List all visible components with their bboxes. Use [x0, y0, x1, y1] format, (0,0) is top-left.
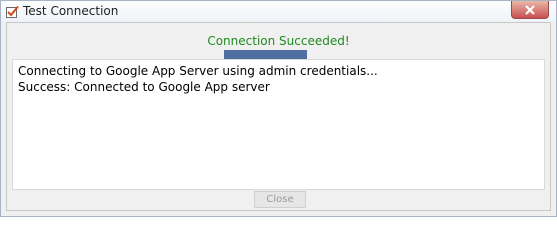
test-connection-window: Test Connection Connection Succeeded! Co… [0, 0, 557, 217]
title-bar[interactable]: Test Connection [1, 1, 556, 22]
checklist-icon [5, 4, 19, 18]
dialog-content: Connection Succeeded! Connecting to Goog… [6, 22, 551, 211]
window-close-button[interactable] [511, 1, 549, 19]
close-button[interactable]: Close [254, 191, 306, 208]
log-output[interactable]: Connecting to Google App Server using ad… [12, 59, 545, 190]
log-line: Success: Connected to Google App server [18, 80, 270, 94]
connection-status: Connection Succeeded! [207, 34, 350, 48]
progress-fill [224, 50, 307, 59]
close-icon [524, 0, 536, 19]
progress-bar [224, 50, 307, 59]
window-title: Test Connection [23, 4, 119, 18]
log-line: Connecting to Google App Server using ad… [18, 64, 378, 78]
